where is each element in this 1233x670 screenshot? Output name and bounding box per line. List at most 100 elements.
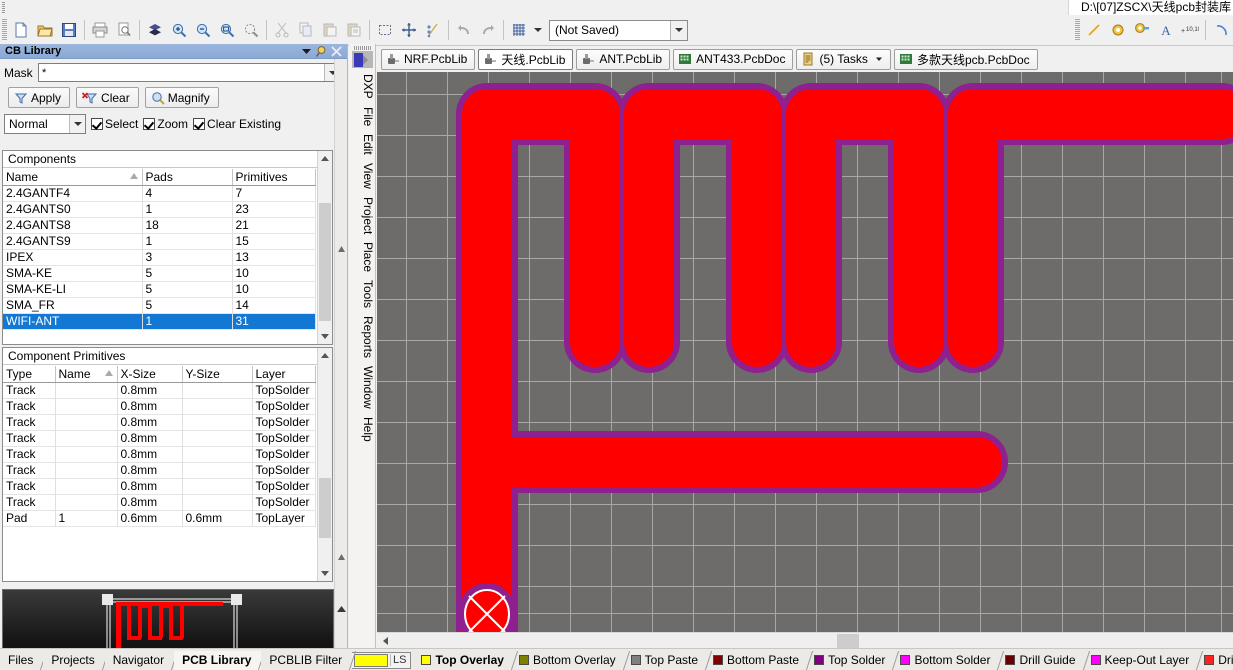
copy-icon[interactable]	[294, 18, 318, 42]
layers-icon[interactable]	[143, 18, 167, 42]
chevron-down-icon[interactable]	[875, 52, 883, 66]
select-area-icon[interactable]	[373, 18, 397, 42]
redo-icon[interactable]	[476, 18, 500, 42]
coordinate-icon[interactable]: +10,10	[1178, 18, 1202, 42]
toolbar-grip-right[interactable]	[1075, 19, 1080, 41]
table-row[interactable]: 2.4GANTS8 18 21	[3, 217, 316, 234]
panel-tab-navigator[interactable]: Navigator	[104, 650, 175, 670]
primitives-col-xsize[interactable]: X-Size	[117, 366, 183, 383]
table-row[interactable]: Track 0.8mm TopSolder	[3, 446, 316, 463]
grid-icon[interactable]	[507, 18, 531, 42]
doc-tab-1[interactable]: NRF.PcbLib	[381, 48, 476, 70]
layer-color-swatch[interactable]: LS	[351, 651, 412, 669]
table-row[interactable]: Pad 1 0.6mm 0.6mm TopLayer	[3, 510, 316, 527]
pad-icon[interactable]	[1106, 18, 1130, 42]
table-row[interactable]: WIFI-ANT 1 31	[3, 313, 316, 330]
scrollbar-thumb[interactable]	[319, 478, 331, 538]
scrollbar-thumb[interactable]	[319, 203, 331, 321]
vmenu-item-help[interactable]: Help	[349, 417, 375, 442]
vmenu-item-file[interactable]: File	[349, 107, 375, 126]
zoom-checkbox[interactable]: Zoom	[143, 117, 188, 131]
table-row[interactable]: SMA-KE 5 10	[3, 265, 316, 282]
table-row[interactable]: Track 0.8mm TopSolder	[3, 462, 316, 479]
primitives-scrollbar[interactable]	[317, 348, 332, 581]
zoom-selected-icon[interactable]	[239, 18, 263, 42]
apply-button[interactable]: Apply	[8, 87, 71, 108]
layer-tab-bottom-paste[interactable]: Bottom Paste	[707, 651, 808, 670]
table-row[interactable]: Track 0.8mm TopSolder	[3, 398, 316, 415]
cut-icon[interactable]	[270, 18, 294, 42]
arc-icon[interactable]	[1209, 18, 1233, 42]
doc-tab-2[interactable]: 天线.PcbLib	[478, 48, 574, 70]
chevron-down-icon[interactable]	[670, 20, 687, 40]
doc-tab-6[interactable]: 多款天线pcb.PcbDoc	[893, 48, 1038, 70]
components-col-name[interactable]: Name	[3, 169, 143, 186]
line-icon[interactable]	[1082, 18, 1106, 42]
doc-tab-3[interactable]: ANT.PcbLib	[576, 48, 671, 70]
panel-tab-projects[interactable]: Projects	[43, 650, 105, 670]
scroll-up-button[interactable]	[318, 348, 332, 363]
move-icon[interactable]	[397, 18, 421, 42]
splitter-up-icon-2[interactable]	[337, 553, 346, 562]
panel-tab-pcblib-filter[interactable]: PCBLIB Filter	[261, 650, 353, 670]
scroll-down-button[interactable]	[318, 329, 332, 344]
vmenu-grip[interactable]	[353, 46, 371, 50]
open-folder-icon[interactable]	[33, 18, 57, 42]
primitives-col-layer[interactable]: Layer	[252, 366, 316, 383]
chevron-down-icon[interactable]	[299, 45, 314, 58]
undo-icon[interactable]	[452, 18, 476, 42]
grid-dropdown-arrow[interactable]	[531, 18, 545, 42]
document-selector[interactable]: (Not Saved)	[549, 19, 688, 41]
table-row[interactable]: 2.4GANTS0 1 23	[3, 201, 316, 218]
table-row[interactable]: Track 0.8mm TopSolder	[3, 478, 316, 495]
table-row[interactable]: 2.4GANTF4 4 7	[3, 185, 316, 202]
select-checkbox[interactable]: Select	[91, 117, 138, 131]
table-row[interactable]: Track 0.8mm TopSolder	[3, 382, 316, 399]
pin-icon[interactable]	[314, 45, 329, 58]
zoom-in-icon[interactable]	[167, 18, 191, 42]
clear-button[interactable]: Clear	[76, 87, 139, 108]
primitives-col-ysize[interactable]: Y-Size	[182, 366, 253, 383]
zoom-out-icon[interactable]	[191, 18, 215, 42]
align-icon[interactable]	[421, 18, 445, 42]
vmenu-item-window[interactable]: Window	[349, 366, 375, 409]
clear-existing-checkbox[interactable]: Clear Existing	[193, 117, 281, 131]
save-icon[interactable]	[57, 18, 81, 42]
scroll-up-button[interactable]	[318, 151, 332, 166]
layer-tab-bottom-solder[interactable]: Bottom Solder	[894, 651, 999, 670]
mask-input[interactable]: *	[38, 63, 341, 82]
vmenu-item-tools[interactable]: Tools	[349, 280, 375, 308]
layer-tab-top-overlay[interactable]: Top Overlay	[415, 651, 512, 670]
layer-tab-bottom-overlay[interactable]: Bottom Overlay	[513, 651, 625, 670]
primitives-col-type[interactable]: Type	[3, 366, 56, 383]
table-row[interactable]: SMA-KE-LI 5 10	[3, 281, 316, 298]
print-icon[interactable]	[88, 18, 112, 42]
layer-tab-top-paste[interactable]: Top Paste	[625, 651, 707, 670]
titlebar-grip[interactable]	[2, 2, 5, 13]
pcb-canvas[interactable]	[377, 72, 1233, 632]
via-icon[interactable]	[1130, 18, 1154, 42]
panel-outer-scroll[interactable]	[334, 59, 347, 648]
table-row[interactable]: IPEX 3 13	[3, 249, 316, 266]
vmenu-item-reports[interactable]: Reports	[349, 316, 375, 358]
table-row[interactable]: SMA_FR 5 14	[3, 297, 316, 314]
layer-tab-drill-drawing[interactable]: Drill Drawing	[1198, 651, 1233, 670]
hscroll-thumb[interactable]	[837, 634, 859, 648]
vmenu-item-project[interactable]: Project	[349, 197, 375, 234]
paste-icon[interactable]	[318, 18, 342, 42]
new-file-icon[interactable]	[9, 18, 33, 42]
vmenu-item-dxp[interactable]: DXP	[349, 74, 375, 99]
layer-tab-drill-guide[interactable]: Drill Guide	[999, 651, 1084, 670]
preview-resize-icon[interactable]	[336, 604, 347, 615]
components-col-primitives[interactable]: Primitives	[232, 169, 316, 186]
table-row[interactable]: Track 0.8mm TopSolder	[3, 414, 316, 431]
canvas-horizontal-scrollbar[interactable]	[377, 632, 1233, 648]
scroll-down-button[interactable]	[318, 566, 332, 581]
table-row[interactable]: Track 0.8mm TopSolder	[3, 494, 316, 511]
components-scrollbar[interactable]	[317, 151, 332, 344]
vmenu-item-edit[interactable]: Edit	[349, 134, 375, 155]
panel-tab-pcb-library[interactable]: PCB Library	[174, 650, 262, 670]
print-preview-icon[interactable]	[112, 18, 136, 42]
zoom-area-icon[interactable]	[215, 18, 239, 42]
primitives-col-name[interactable]: Name	[55, 366, 118, 383]
